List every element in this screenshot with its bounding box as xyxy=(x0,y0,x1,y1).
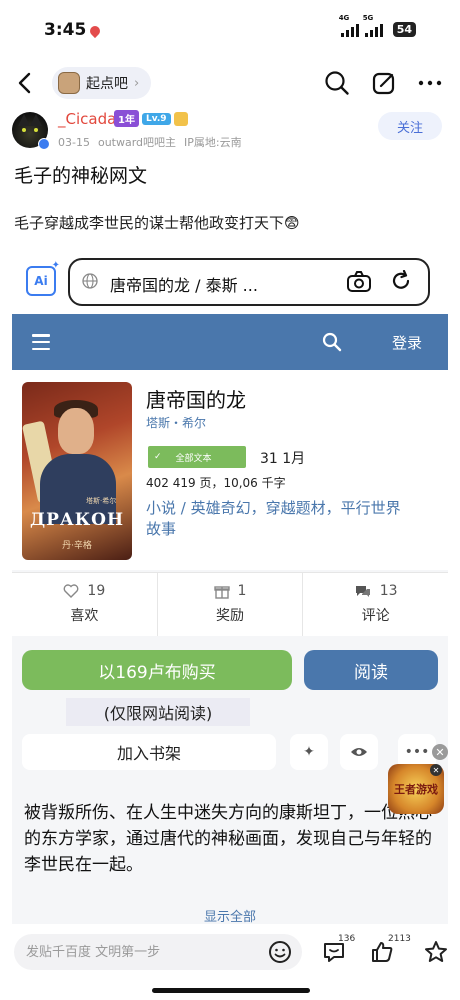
book-card: 塔斯·希尔 ДРАКОН 丹·辛格 唐帝国的龙 塔斯・希尔 ✓ 全部文本 31 1… xyxy=(12,370,448,570)
comment-bubble-icon xyxy=(355,586,370,597)
search-icon[interactable] xyxy=(324,70,350,96)
camera-icon xyxy=(347,271,371,292)
bottom-bar: 136 2113 xyxy=(0,926,460,976)
hamburger-menu-icon xyxy=(32,334,50,350)
forum-chip[interactable]: 起点吧 › xyxy=(52,67,152,99)
location-icon xyxy=(87,23,103,39)
badge-year: 1年 xyxy=(114,110,139,127)
star-icon[interactable] xyxy=(424,940,448,964)
site-header: 登录 xyxy=(12,314,448,370)
embedded-screenshot[interactable]: Ai 唐帝国的龙 / 泰斯 ... 登录 塔斯·希尔 ДРАКОН 丹·辛格 唐… xyxy=(12,252,448,924)
book-description: 被背叛所伤、在人生中迷失方向的康斯坦丁，一位热心的东方学家，通过唐代的神秘画面，… xyxy=(24,803,432,875)
book-stats: 19 喜欢 1 奖励 13 评论 xyxy=(12,572,448,636)
post-header: _Cicada 1年 Lv.9 03-15 outward吧吧主 IP属地:云南 关… xyxy=(0,108,460,154)
gift-icon xyxy=(213,586,230,599)
book-length: 402 419 页，10,06 千字 xyxy=(146,476,286,490)
eye-button xyxy=(340,734,378,770)
login-link: 登录 xyxy=(391,334,422,352)
user-badges: 1年 Lv.9 xyxy=(114,110,188,127)
signal-tag-5g: 5G xyxy=(362,13,374,22)
cover-author: 丹·辛格 xyxy=(62,541,92,551)
home-indicator xyxy=(152,988,310,993)
forum-name: 起点吧 xyxy=(86,76,128,92)
cover-author-small: 塔斯·希尔 xyxy=(86,497,117,505)
user-role: outward吧吧主 xyxy=(97,136,177,149)
chevron-right-icon: › xyxy=(134,75,140,91)
comments-label: 评论 xyxy=(361,608,390,624)
url-text: 唐帝国的龙 / 泰斯 ... xyxy=(110,276,258,295)
ad-close-icon[interactable]: ✕ xyxy=(432,744,448,760)
book-title: 唐帝国的龙 xyxy=(146,388,246,412)
comments-count: 13 xyxy=(379,583,398,599)
cellular-signal-icon: 4G xyxy=(339,14,359,37)
add-to-shelf-button: 加入书架 xyxy=(22,734,276,770)
emoji-icon[interactable] xyxy=(268,940,292,964)
forum-avatar xyxy=(58,72,80,94)
heart-icon xyxy=(64,584,79,598)
battery-icon: 54 xyxy=(392,22,416,37)
check-icon: ✓ xyxy=(154,452,162,462)
globe-icon xyxy=(82,273,98,289)
publish-date: 31 1月 xyxy=(260,451,306,467)
follow-button[interactable]: 关注 xyxy=(378,112,442,140)
browser-toolbar: Ai 唐帝国的龙 / 泰斯 ... xyxy=(12,252,448,314)
ad-dismiss-icon[interactable]: ✕ xyxy=(430,764,442,776)
post-date: 03-15 xyxy=(58,136,90,149)
stat-comments: 13 评论 xyxy=(303,573,448,636)
fulltext-label: 全部文本 xyxy=(175,453,212,464)
cover-title: ДРАКОН xyxy=(29,510,125,530)
site-search-icon xyxy=(322,332,342,352)
book-author: 塔斯・希尔 xyxy=(146,416,207,430)
post-meta: 03-15 outward吧吧主 IP属地:云南 xyxy=(58,134,250,150)
username[interactable]: _Cicada xyxy=(58,110,116,128)
rewards-label: 奖励 xyxy=(216,608,244,624)
ai-icon: Ai xyxy=(26,260,60,296)
compose-icon[interactable] xyxy=(372,71,396,95)
buy-button: 以169卢布购买 xyxy=(22,650,292,690)
verified-icon xyxy=(38,138,50,150)
stat-rewards: 1 奖励 xyxy=(158,573,304,636)
status-indicators: 4G 5G 54 xyxy=(339,14,416,37)
post-body: 毛子穿越成李世民的谋士帮他政变打天下😨 xyxy=(14,214,300,232)
read-button: 阅读 xyxy=(304,650,438,690)
sparkle-icon: ✦ xyxy=(303,744,315,760)
comments-total: 136 xyxy=(338,934,356,944)
ip-location: IP属地:云南 xyxy=(184,136,242,149)
book-genre: 小说 / 英雄奇幻，穿越题材，平行世界故事 xyxy=(146,499,401,538)
likes-count: 19 xyxy=(87,583,106,599)
cellular-signal-icon-2: 5G xyxy=(363,14,383,37)
site-only-note: (仅限网站阅读) xyxy=(66,698,250,726)
badge-level: Lv.9 xyxy=(141,112,171,125)
nav-actions xyxy=(324,70,442,96)
more-icon[interactable] xyxy=(418,80,442,86)
likes-label: 喜欢 xyxy=(70,608,99,624)
reload-icon xyxy=(392,270,410,289)
book-cover: 塔斯·希尔 ДРАКОН 丹·辛格 xyxy=(22,382,132,560)
stat-likes: 19 喜欢 xyxy=(12,573,158,636)
likes-total: 2113 xyxy=(388,934,411,944)
back-arrow-icon[interactable] xyxy=(16,72,34,94)
reply-input[interactable] xyxy=(14,934,302,970)
post-title: 毛子的神秘网文 xyxy=(14,165,148,187)
url-bar: 唐帝国的龙 / 泰斯 ... xyxy=(68,258,430,306)
fulltext-badge: ✓ 全部文本 xyxy=(148,446,246,468)
status-bar: 3:45 4G 5G 54 xyxy=(0,0,460,60)
status-time: 3:45 xyxy=(44,20,87,40)
gift-badge-icon xyxy=(173,111,188,126)
signal-tag-4g: 4G xyxy=(338,13,350,22)
eye-icon xyxy=(351,748,367,756)
top-nav: 起点吧 › xyxy=(0,60,460,106)
show-all-link: 显示全部 xyxy=(203,910,256,924)
sparkle-button: ✦ xyxy=(290,734,328,770)
rewards-count: 1 xyxy=(237,583,247,599)
